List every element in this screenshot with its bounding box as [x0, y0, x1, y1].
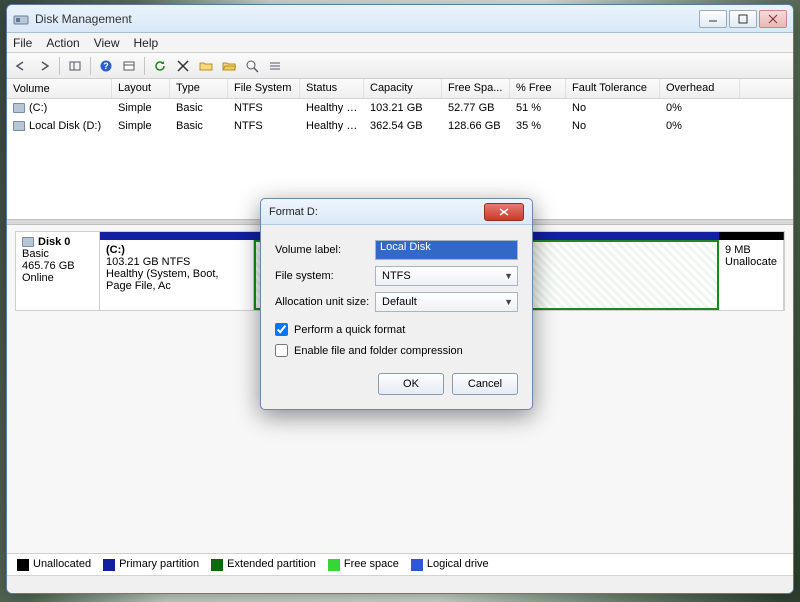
chevron-down-icon: ▼ [504, 297, 513, 307]
file-system-label: File system: [275, 270, 375, 282]
list-button[interactable] [265, 56, 285, 76]
maximize-button[interactable] [729, 10, 757, 28]
volume-row[interactable]: (C:) Simple Basic NTFS Healthy (S... 103… [7, 99, 793, 117]
drive-icon [13, 121, 25, 131]
chevron-down-icon: ▼ [504, 271, 513, 281]
col-volume[interactable]: Volume [7, 79, 112, 98]
refresh-button[interactable] [150, 56, 170, 76]
format-dialog: Format D: Volume label: Local Disk File … [260, 198, 533, 410]
menu-file[interactable]: File [13, 36, 32, 50]
menu-action[interactable]: Action [46, 36, 79, 50]
legend-swatch-primary [103, 559, 115, 571]
menu-view[interactable]: View [94, 36, 120, 50]
help-button[interactable]: ? [96, 56, 116, 76]
back-button[interactable] [11, 56, 31, 76]
legend: Unallocated Primary partition Extended p… [7, 553, 793, 575]
menu-help[interactable]: Help [134, 36, 159, 50]
minimize-button[interactable] [699, 10, 727, 28]
quick-format-label: Perform a quick format [294, 324, 405, 336]
app-icon [13, 11, 29, 27]
legend-swatch-unallocated [17, 559, 29, 571]
partition-c[interactable]: (C:) 103.21 GB NTFS Healthy (System, Boo… [100, 240, 254, 310]
quick-format-checkbox[interactable] [275, 323, 288, 336]
partition-unallocated[interactable]: 9 MB Unallocate [719, 240, 784, 310]
delete-button[interactable] [173, 56, 193, 76]
window-title: Disk Management [35, 12, 699, 26]
col-layout[interactable]: Layout [112, 79, 170, 98]
col-status[interactable]: Status [300, 79, 364, 98]
col-overhead[interactable]: Overhead [660, 79, 740, 98]
col-freespace[interactable]: Free Spa... [442, 79, 510, 98]
volume-label-input[interactable]: Local Disk [375, 240, 518, 260]
enable-compression-checkbox[interactable] [275, 344, 288, 357]
properties-button[interactable] [119, 56, 139, 76]
svg-text:?: ? [103, 61, 109, 71]
disk-icon [22, 237, 34, 247]
col-filesystem[interactable]: File System [228, 79, 300, 98]
show-hide-button[interactable] [65, 56, 85, 76]
col-capacity[interactable]: Capacity [364, 79, 442, 98]
ok-button[interactable]: OK [378, 373, 444, 395]
toolbar: ? [7, 53, 793, 79]
explorer-button[interactable] [196, 56, 216, 76]
allocation-unit-size-label: Allocation unit size: [275, 296, 375, 308]
dialog-title-bar[interactable]: Format D: [261, 199, 532, 225]
title-bar[interactable]: Disk Management [7, 5, 793, 33]
legend-swatch-logical [411, 559, 423, 571]
menu-bar: File Action View Help [7, 33, 793, 53]
allocation-unit-size-select[interactable]: Default▼ [375, 292, 518, 312]
open-button[interactable] [219, 56, 239, 76]
disk-info[interactable]: Disk 0 Basic 465.76 GB Online [16, 232, 100, 310]
legend-swatch-extended [211, 559, 223, 571]
col-fault[interactable]: Fault Tolerance [566, 79, 660, 98]
dialog-title: Format D: [269, 206, 484, 218]
forward-button[interactable] [34, 56, 54, 76]
close-button[interactable] [759, 10, 787, 28]
legend-swatch-free [328, 559, 340, 571]
column-headers: Volume Layout Type File System Status Ca… [7, 79, 793, 99]
enable-compression-label: Enable file and folder compression [294, 345, 463, 357]
dialog-close-button[interactable] [484, 203, 524, 221]
col-pctfree[interactable]: % Free [510, 79, 566, 98]
col-type[interactable]: Type [170, 79, 228, 98]
volume-row[interactable]: Local Disk (D:) Simple Basic NTFS Health… [7, 117, 793, 135]
file-system-select[interactable]: NTFS▼ [375, 266, 518, 286]
zoom-button[interactable] [242, 56, 262, 76]
drive-icon [13, 103, 25, 113]
status-bar [7, 575, 793, 593]
cancel-button[interactable]: Cancel [452, 373, 518, 395]
volume-label-label: Volume label: [275, 244, 375, 256]
